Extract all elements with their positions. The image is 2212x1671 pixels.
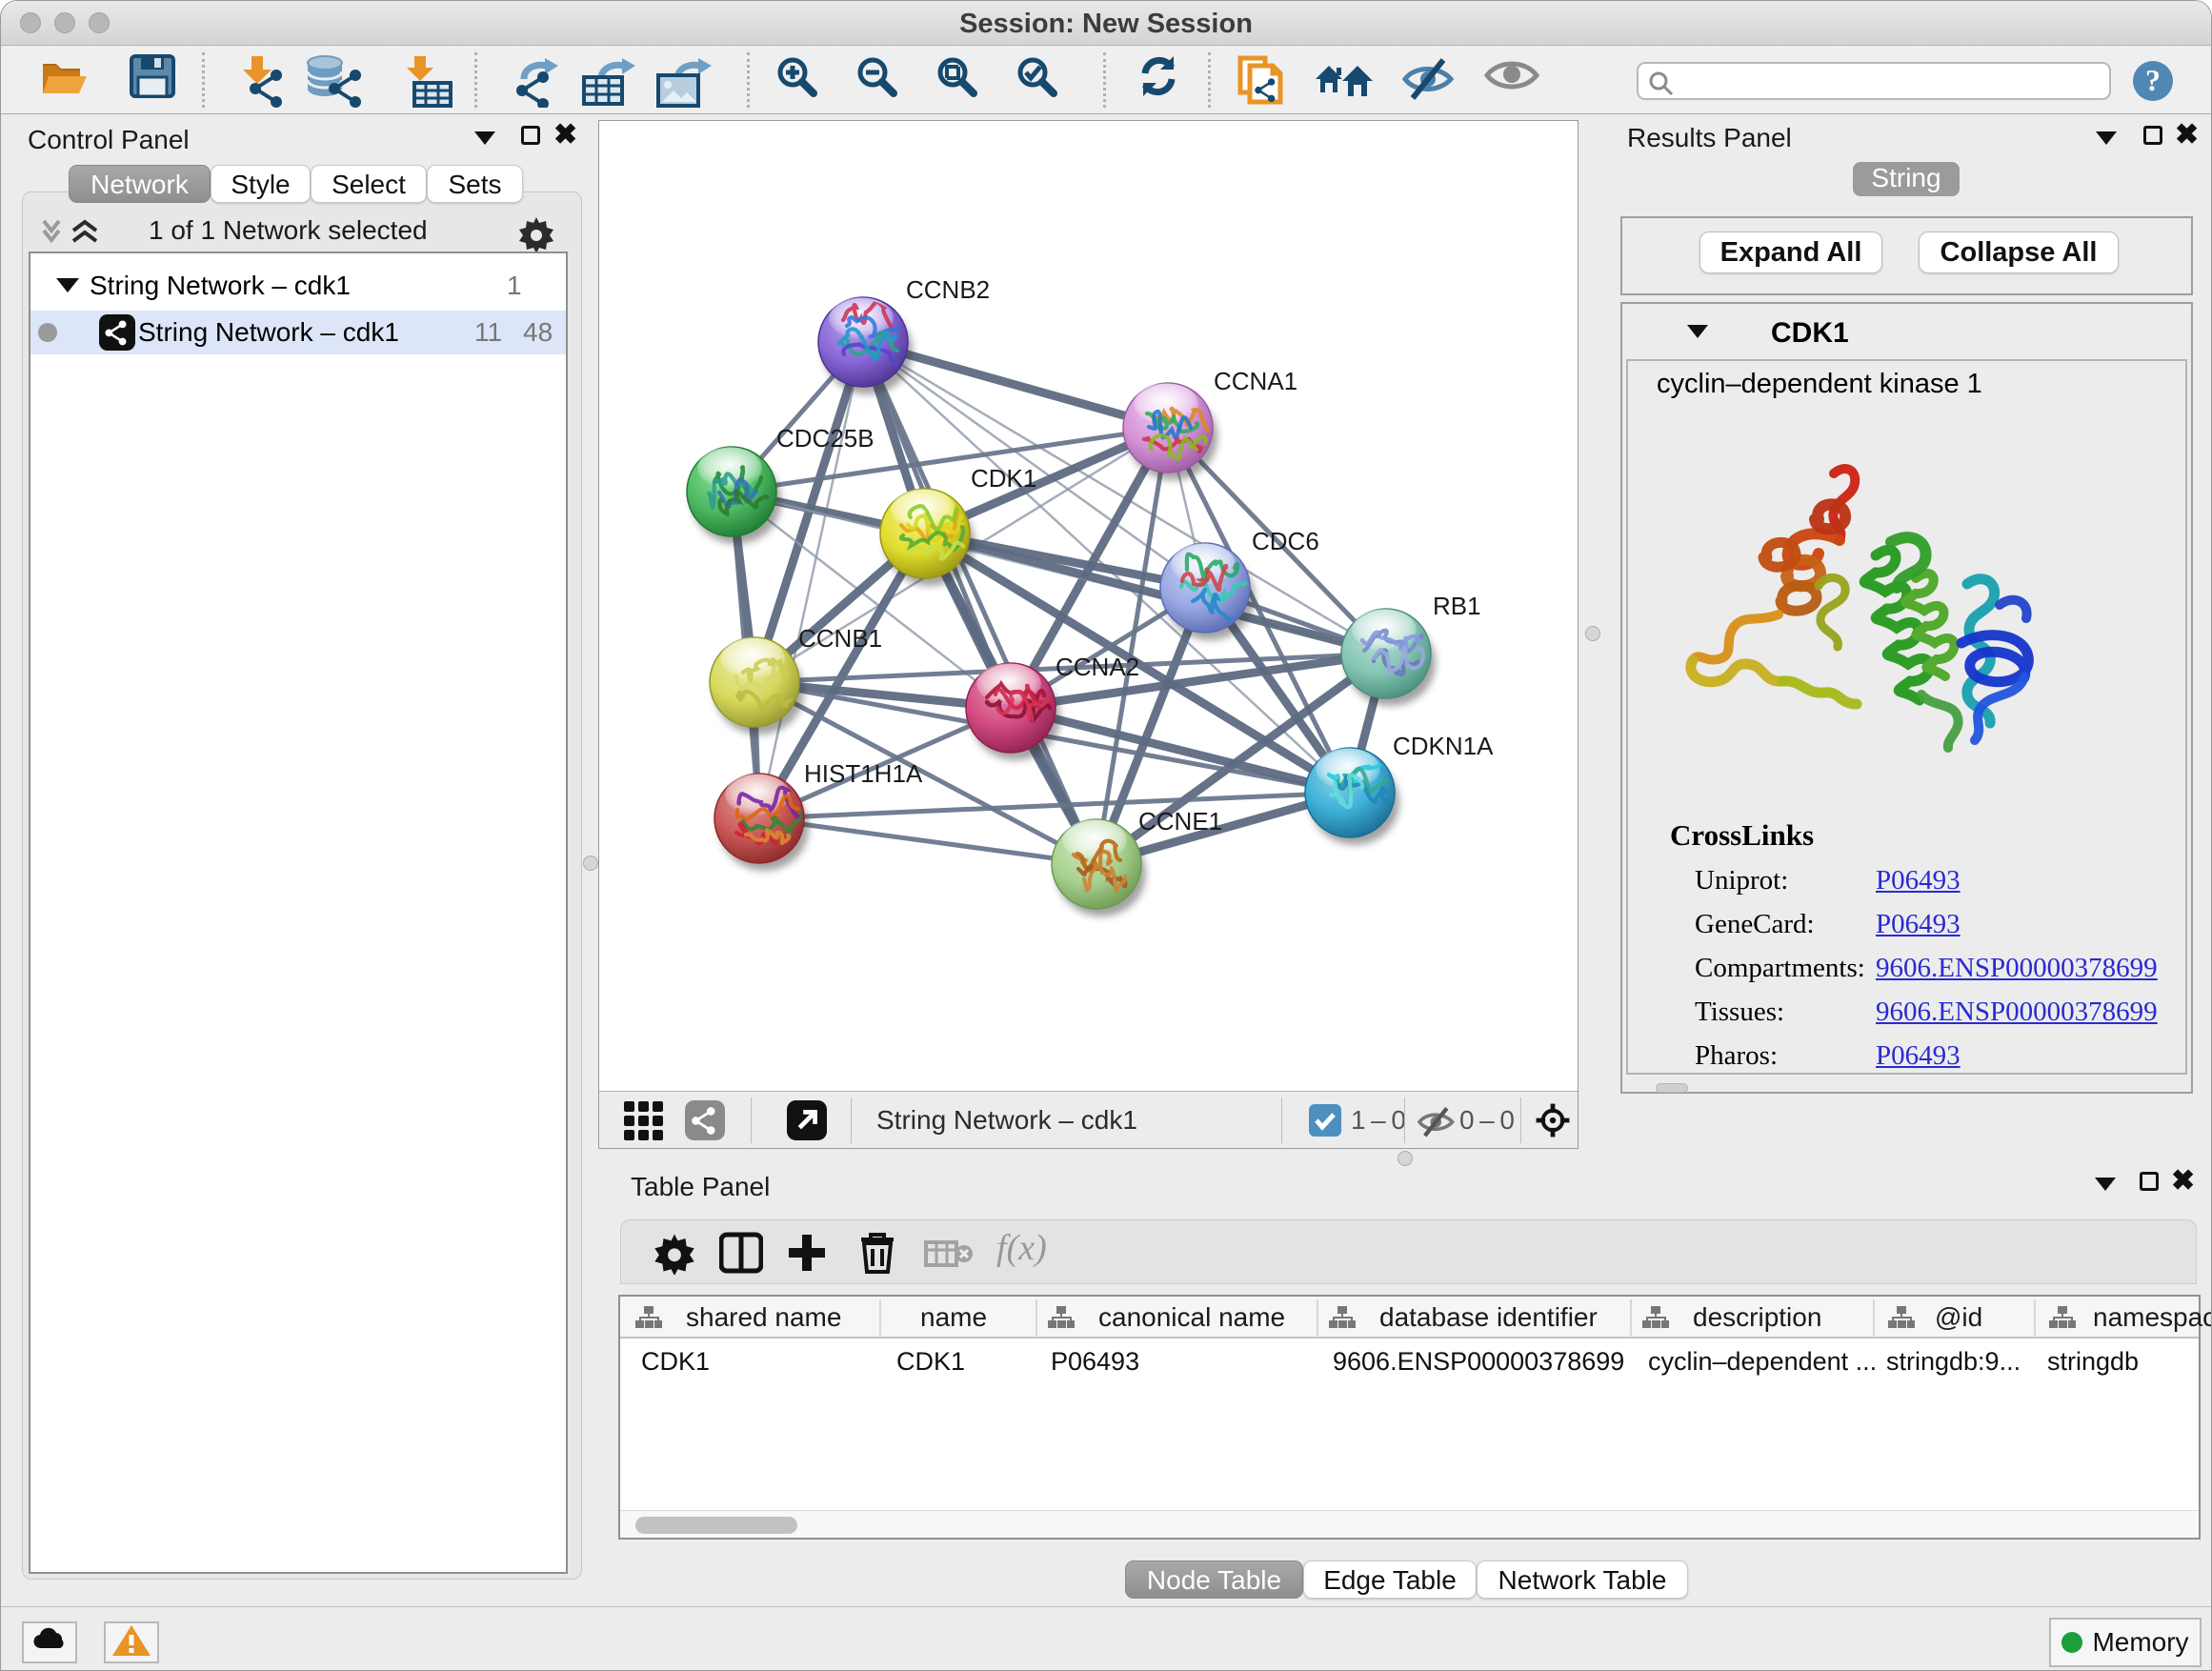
svg-text:?: ? (2145, 63, 2161, 97)
svg-text:CCNA1: CCNA1 (1214, 367, 1297, 395)
svg-text:CDC25B: CDC25B (776, 424, 875, 453)
svg-text:RB1: RB1 (1433, 592, 1481, 620)
svg-text:CCNA2: CCNA2 (1056, 653, 1139, 681)
svg-text:HIST1H1A: HIST1H1A (804, 759, 923, 788)
svg-text:CCNB2: CCNB2 (906, 275, 990, 304)
svg-text:CDC6: CDC6 (1252, 527, 1319, 555)
svg-text:CDKN1A: CDKN1A (1393, 732, 1494, 760)
svg-text:CCNE1: CCNE1 (1138, 807, 1222, 836)
svg-text:CDK1: CDK1 (971, 464, 1036, 493)
svg-text:CCNB1: CCNB1 (798, 624, 882, 653)
